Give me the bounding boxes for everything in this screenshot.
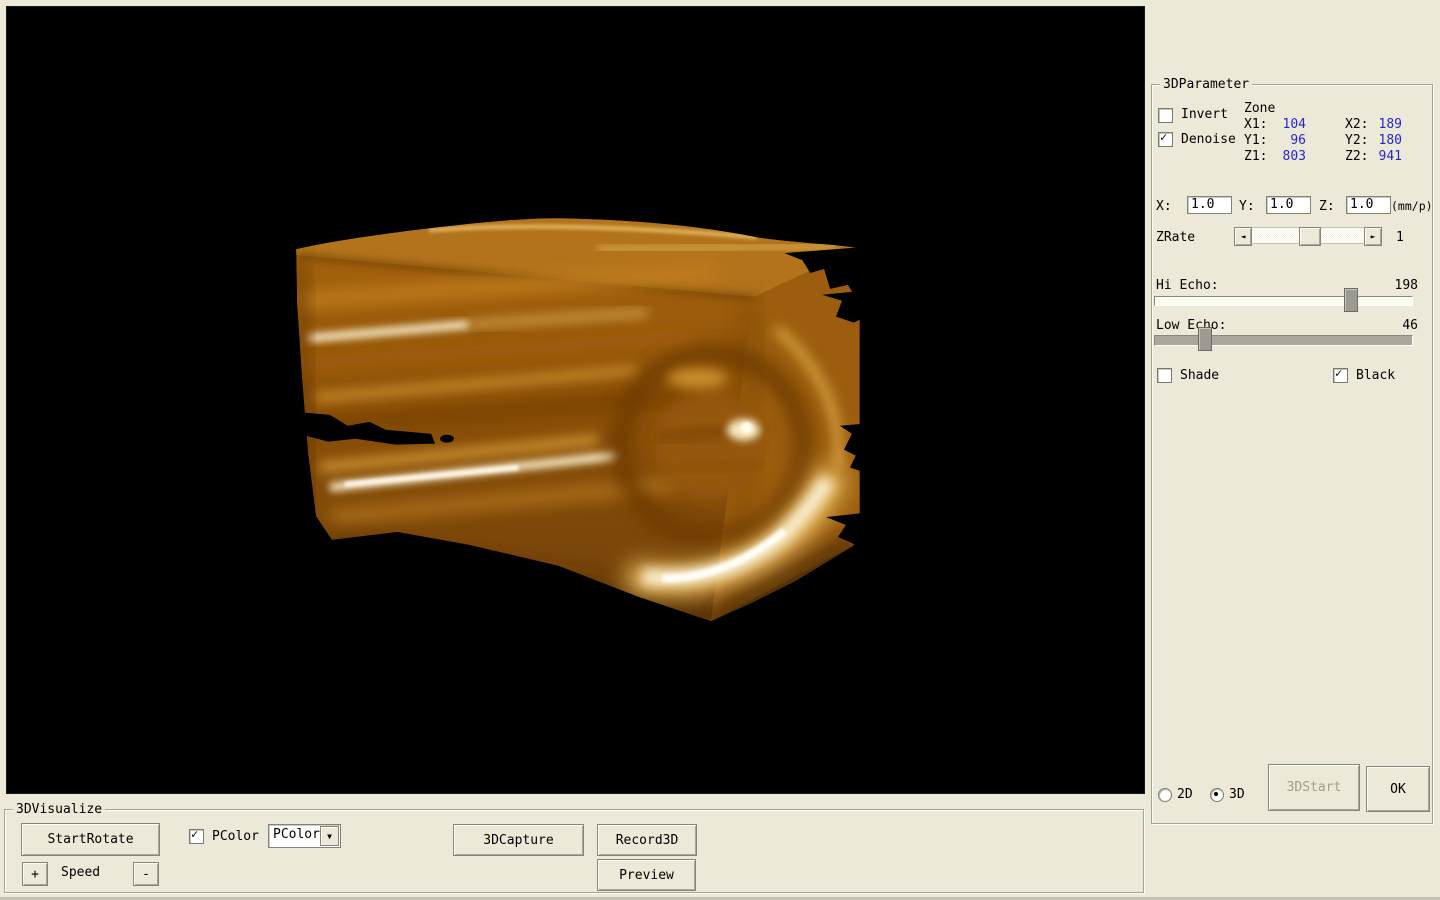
param-groupbox: 3DParameter ✓ Invert ✓ Denoise Zone X1: …	[1151, 84, 1433, 824]
zone-y2-value: 180	[1362, 134, 1402, 148]
hi-echo-slider-track[interactable]	[1154, 296, 1413, 306]
zrate-value: 1	[1396, 231, 1404, 245]
y-scale-label: Y:	[1239, 200, 1255, 214]
mode-3d-label: 3D	[1229, 788, 1245, 802]
zone-x1-value: 104	[1264, 118, 1306, 132]
speed-plus-button[interactable]: +	[22, 862, 48, 886]
mode-2d-radio[interactable]	[1158, 788, 1172, 802]
scale-unit-label: (mm/p)	[1391, 199, 1433, 213]
low-echo-value: 46	[1378, 319, 1418, 333]
volume-render	[7, 7, 1144, 793]
visualize-groupbox: 3DVisualize StartRotate + Speed - ✓ PCol…	[4, 809, 1144, 893]
visualize-groupbox-title: 3DVisualize	[13, 802, 105, 817]
chevron-down-icon[interactable]: ▼	[320, 826, 339, 846]
zone-y1-value: 96	[1264, 134, 1306, 148]
check-icon: ✓	[1160, 130, 1167, 144]
low-echo-slider-thumb[interactable]	[1198, 327, 1212, 351]
invert-label: Invert	[1181, 108, 1228, 122]
low-echo-slider-track[interactable]	[1154, 335, 1413, 346]
x-scale-input[interactable]: 1.0	[1187, 196, 1232, 214]
check-icon: ✓	[191, 827, 198, 841]
hi-echo-value: 198	[1378, 279, 1418, 293]
hi-echo-label: Hi Echo:	[1156, 279, 1219, 293]
hi-echo-slider-thumb[interactable]	[1344, 288, 1358, 312]
check-icon: ✓	[1335, 366, 1342, 380]
black-label: Black	[1356, 369, 1395, 383]
param-groupbox-title: 3DParameter	[1160, 77, 1252, 92]
pcolor-label: PColor	[212, 830, 259, 844]
invert-checkbox[interactable]: ✓	[1158, 108, 1173, 123]
record3d-button[interactable]: Record3D	[597, 824, 697, 856]
start-rotate-button[interactable]: StartRotate	[21, 823, 160, 856]
zrate-label: ZRate	[1156, 231, 1195, 245]
scroll-left-arrow-icon[interactable]: ◄	[1234, 227, 1252, 246]
speed-label: Speed	[61, 866, 100, 880]
scroll-right-arrow-icon[interactable]: ►	[1364, 227, 1382, 246]
low-echo-label: Low Echo:	[1156, 319, 1226, 333]
zrate-scrollbar[interactable]: ◄ ►	[1234, 227, 1382, 244]
render-viewport[interactable]	[6, 6, 1145, 794]
3dstart-button[interactable]: 3DStart	[1268, 764, 1360, 811]
x-scale-label: X:	[1156, 200, 1172, 214]
black-checkbox[interactable]: ✓	[1333, 368, 1348, 383]
3dcapture-button[interactable]: 3DCapture	[453, 824, 584, 856]
preview-button[interactable]: Preview	[597, 859, 696, 891]
z-scale-label: Z:	[1319, 200, 1335, 214]
pcolor-dropdown[interactable]: PColor ▼	[268, 824, 341, 848]
mode-3d-radio[interactable]	[1210, 788, 1224, 802]
zrate-scrollbar-thumb[interactable]	[1299, 227, 1321, 246]
zone-x2-value: 189	[1362, 118, 1402, 132]
zone-label: Zone	[1244, 102, 1275, 116]
pcolor-dropdown-value: PColor	[273, 827, 320, 843]
shade-checkbox[interactable]: ✓	[1157, 368, 1172, 383]
y-scale-input[interactable]: 1.0	[1266, 196, 1311, 214]
radio-dot-icon	[1214, 792, 1218, 796]
z-scale-input[interactable]: 1.0	[1346, 196, 1391, 214]
pcolor-checkbox[interactable]: ✓	[189, 829, 204, 844]
mode-2d-label: 2D	[1177, 788, 1193, 802]
shade-label: Shade	[1180, 369, 1219, 383]
app-window: 3DParameter ✓ Invert ✓ Denoise Zone X1: …	[0, 0, 1440, 900]
zone-z2-value: 941	[1362, 150, 1402, 164]
denoise-checkbox[interactable]: ✓	[1158, 132, 1173, 147]
speed-minus-button[interactable]: -	[133, 862, 159, 886]
denoise-label: Denoise	[1181, 133, 1236, 147]
ok-button[interactable]: OK	[1366, 766, 1430, 812]
zone-z1-value: 803	[1264, 150, 1306, 164]
